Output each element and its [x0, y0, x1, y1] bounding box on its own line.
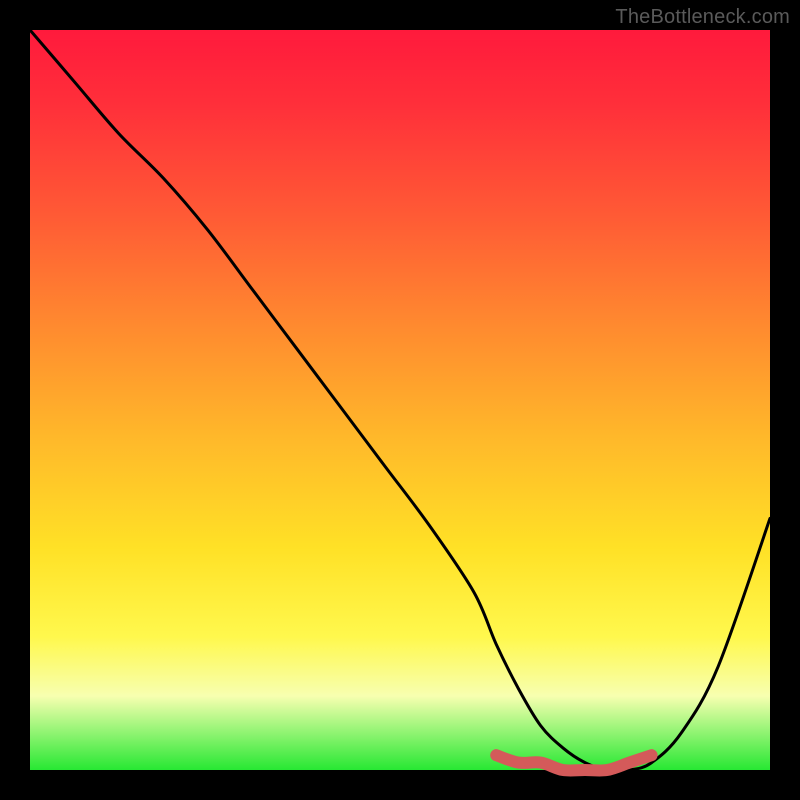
chart-frame: TheBottleneck.com [0, 0, 800, 800]
curve-layer [30, 30, 770, 770]
watermark-text: TheBottleneck.com [615, 6, 790, 29]
bottleneck-curve [30, 30, 770, 771]
plot-area [30, 30, 770, 770]
